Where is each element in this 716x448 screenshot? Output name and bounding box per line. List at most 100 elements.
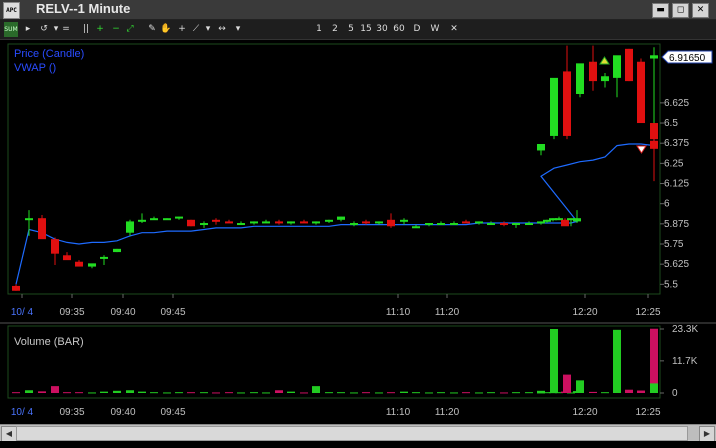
candle-body	[100, 256, 108, 259]
close-button[interactable]: ✕	[692, 3, 709, 18]
price-axis-label: 6.625	[664, 98, 689, 109]
dropdown-arrow-icon[interactable]: ▾	[202, 22, 214, 37]
volume-bar	[300, 392, 308, 394]
interval-button-2[interactable]: 2	[328, 22, 342, 37]
candle-body	[375, 221, 383, 224]
volume-bar	[250, 392, 258, 394]
nav-arrow-icon[interactable]: ▸	[22, 22, 34, 37]
candle-body	[576, 63, 584, 94]
interval-button-w[interactable]: W	[428, 22, 442, 37]
hand-icon[interactable]: ✋	[160, 22, 172, 37]
fit-icon[interactable]: ⤢	[124, 22, 136, 37]
interval-button-15[interactable]: 15	[359, 22, 373, 37]
volume-bar	[51, 386, 59, 393]
scroll-left-icon[interactable]: ◀	[1, 426, 17, 442]
volume-bar	[212, 392, 220, 394]
title-bar[interactable]: APC RELV--1 Minute ▬ ◻ ✕	[0, 0, 716, 20]
volume-time-axis-label: 12:25	[635, 407, 660, 418]
volume-bar	[412, 392, 420, 394]
time-axis-label: 12:20	[572, 307, 597, 318]
volume-bar	[487, 392, 495, 394]
candle-body	[75, 261, 83, 267]
draw-icon[interactable]: ✎	[146, 22, 158, 37]
time-axis-label: 11:10	[386, 307, 411, 318]
volume-bar	[12, 392, 20, 394]
summary-icon[interactable]: SUM	[4, 22, 18, 37]
candle-body	[337, 216, 345, 220]
candle-body	[350, 223, 358, 226]
price-axis-label: 6.375	[664, 138, 689, 149]
price-legend: Price (Candle)	[14, 48, 84, 60]
volume-bar	[225, 392, 233, 394]
volume-bar	[512, 392, 520, 394]
candle-body	[163, 218, 171, 221]
scroll-lr-icon[interactable]: ↔	[216, 22, 228, 37]
interval-button-5[interactable]: 5	[344, 22, 358, 37]
volume-time-axis-label: 09:40	[110, 407, 135, 418]
interval-button-60[interactable]: 60	[392, 22, 406, 37]
candle-body	[550, 77, 558, 136]
zoom-out-icon[interactable]: −	[110, 22, 122, 37]
candle-body	[637, 61, 645, 124]
time-axis-label: 12:25	[635, 307, 660, 318]
zoom-in-icon[interactable]: +	[94, 22, 106, 37]
candle-body	[450, 223, 458, 226]
time-axis-label: 09:40	[110, 307, 135, 318]
maximize-button[interactable]: ◻	[672, 3, 689, 18]
candle-body	[325, 219, 333, 222]
candle-body	[525, 223, 533, 226]
volume-bar	[275, 390, 283, 393]
volume-time-axis-label: 11:10	[386, 407, 411, 418]
bottom-strip	[0, 441, 716, 448]
close-study-icon[interactable]: ✕	[448, 22, 460, 37]
volume-bar	[462, 392, 470, 394]
volume-bar	[550, 329, 558, 393]
toolbar: SUM ▸ ↺ ▾ = || + − ⤢ ✎ ✋ + ⟋ ▾ ↔ ▾ 1 2 5 15 30 60 D W ✕	[0, 20, 716, 40]
price-axis-label: 6.5	[664, 118, 678, 129]
interval-button-1[interactable]: 1	[312, 22, 326, 37]
horizontal-scrollbar[interactable]: ◀ ▶	[0, 424, 716, 442]
candle-body	[625, 48, 633, 82]
volume-bar	[337, 392, 345, 394]
candle-body	[175, 216, 183, 219]
scroll-right-icon[interactable]: ▶	[699, 426, 715, 442]
vwap-line	[15, 139, 655, 285]
line-tool-icon[interactable]: ⟋	[190, 22, 202, 37]
refresh-icon[interactable]: ↺	[38, 22, 50, 37]
candle-body	[187, 219, 195, 227]
volume-bar	[375, 392, 383, 394]
candle-body	[287, 221, 295, 224]
candle-body	[362, 221, 370, 224]
equals-icon[interactable]: =	[60, 22, 72, 37]
candle-body	[573, 218, 581, 222]
price-axis-label: 6	[664, 199, 670, 210]
candle-body	[650, 123, 658, 140]
volume-bar	[576, 380, 584, 393]
volume-bar	[563, 374, 571, 393]
candle-body	[437, 223, 445, 226]
volume-bar	[126, 390, 134, 393]
dropdown-arrow-icon[interactable]: ▾	[232, 22, 244, 37]
candle-body	[537, 144, 545, 151]
scrollbar-thumb[interactable]	[16, 426, 688, 441]
volume-bar	[325, 392, 333, 394]
candle-body	[425, 223, 433, 226]
volume-bar	[650, 328, 658, 393]
pause-icon[interactable]: ||	[80, 22, 92, 37]
candle-body	[88, 263, 96, 267]
interval-button-30[interactable]: 30	[375, 22, 389, 37]
volume-time-axis-label: 09:45	[160, 407, 185, 418]
chart-area[interactable]: 6.625 6.5 6.375 6.25 6.125 6 5.875 5.75 5.625 5.5…	[0, 40, 716, 424]
candle-body	[589, 61, 597, 82]
volume-bar	[350, 392, 358, 394]
price-axis-label: 5.625	[664, 259, 689, 270]
candle-body	[200, 223, 208, 226]
price-axis-label: 6.125	[664, 179, 689, 190]
price-axis-label: 5.75	[664, 239, 684, 250]
volume-bar	[625, 389, 633, 393]
last-price-label: 6.91650	[669, 53, 706, 64]
candle-body	[563, 71, 571, 136]
crosshair-icon[interactable]: +	[176, 22, 188, 37]
minimize-button[interactable]: ▬	[652, 3, 669, 18]
interval-button-d[interactable]: D	[410, 22, 424, 37]
